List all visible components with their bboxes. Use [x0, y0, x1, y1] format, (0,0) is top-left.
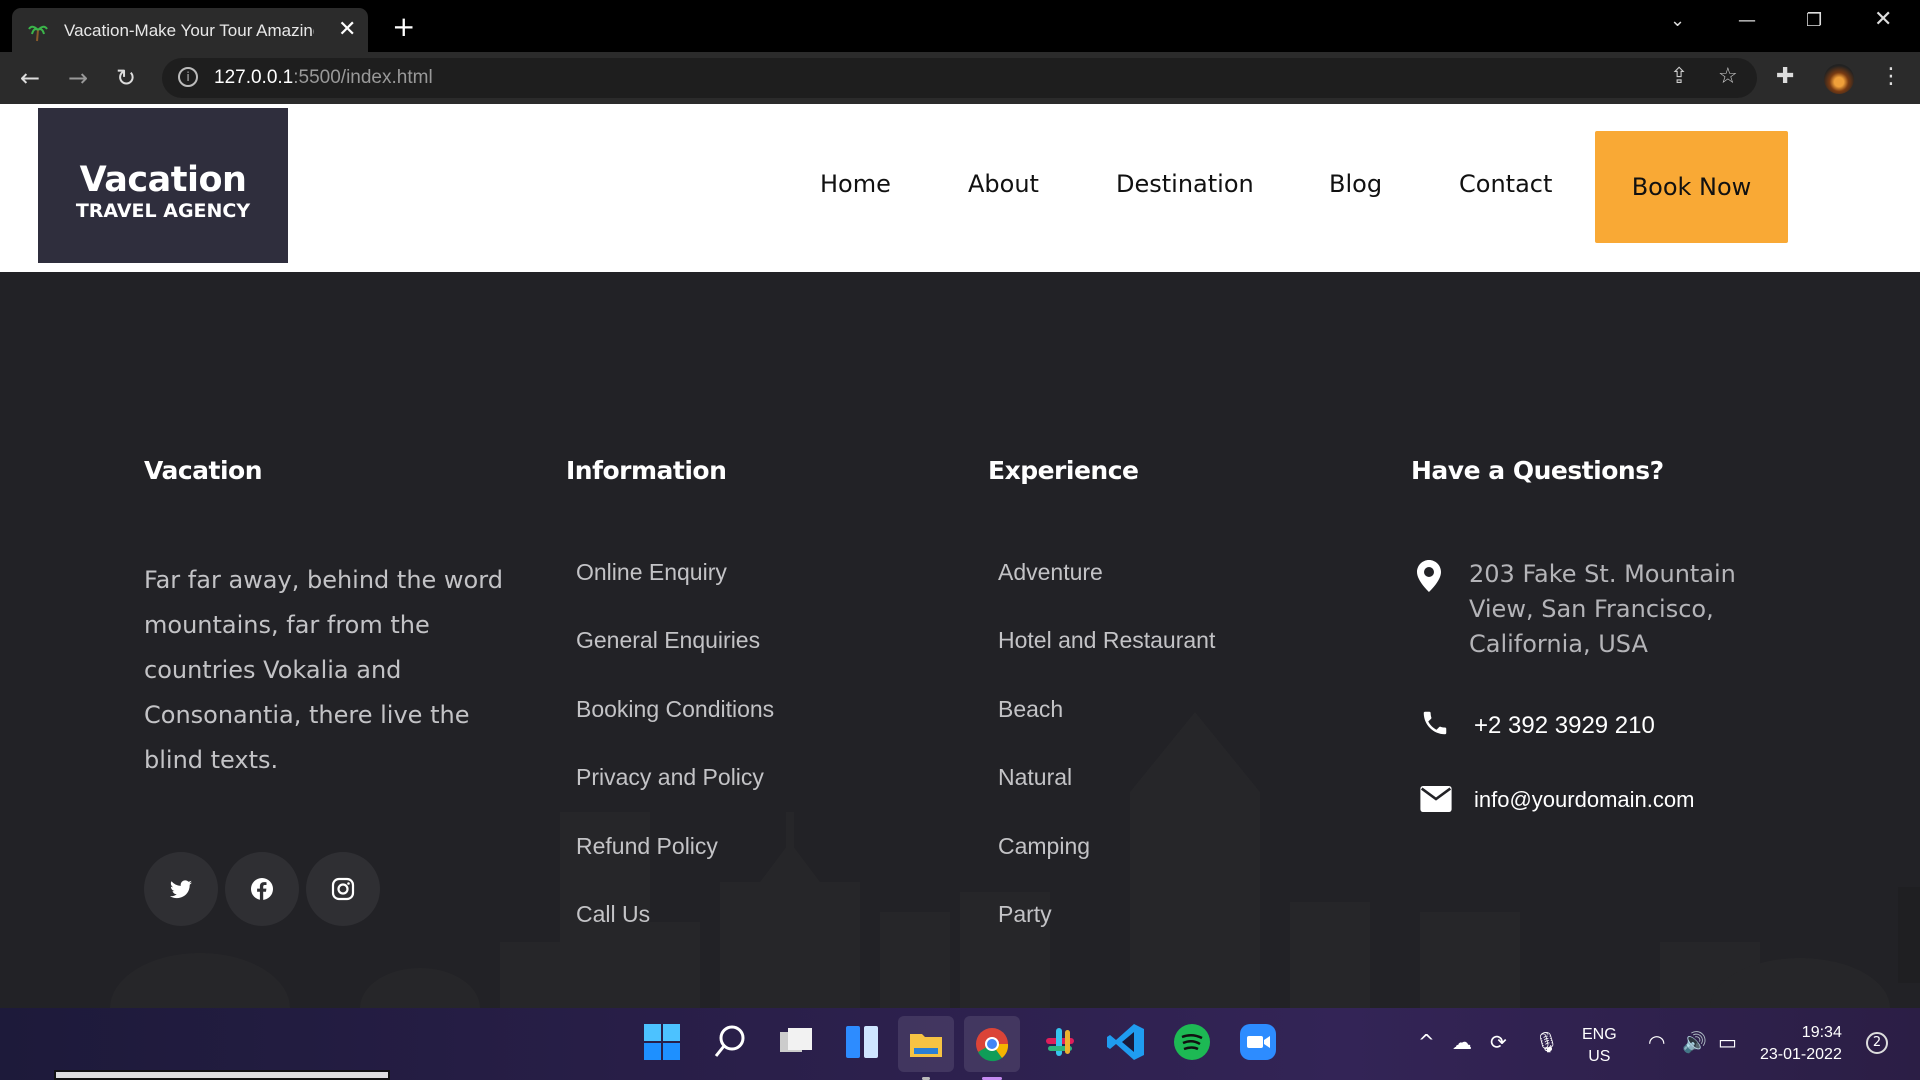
footer-link-refund-policy[interactable]: Refund Policy	[576, 833, 718, 860]
forward-button[interactable]: →	[68, 64, 88, 92]
profile-avatar[interactable]	[1824, 64, 1854, 94]
facebook-icon	[251, 878, 273, 900]
extensions-icon[interactable]: ✚	[1776, 64, 1794, 89]
nav-contact[interactable]: Contact	[1459, 170, 1552, 198]
footer-title-questions: Have a Questions?	[1411, 456, 1664, 485]
window-preview-thumbnail[interactable]	[54, 1070, 390, 1080]
file-explorer-button[interactable]	[898, 1016, 954, 1080]
nav-blog[interactable]: Blog	[1329, 170, 1382, 198]
logo-subtitle: TRAVEL AGENCY	[75, 200, 251, 222]
restore-button[interactable]: ❐	[1806, 10, 1822, 31]
footer-title-information: Information	[566, 456, 727, 485]
info-icon[interactable]: i	[178, 67, 198, 87]
new-tab-button[interactable]: +	[392, 10, 415, 43]
tab-title: Vacation-Make Your Tour Amazing	[64, 21, 314, 40]
wifi-icon[interactable]: ◠	[1648, 1030, 1665, 1054]
close-window-button[interactable]: ✕	[1874, 7, 1892, 32]
tab-search-icon[interactable]: ⌄	[1670, 10, 1685, 31]
reload-button[interactable]: ↻	[116, 64, 136, 92]
lang-region: US	[1588, 1048, 1611, 1065]
star-icon[interactable]: ☆	[1718, 64, 1738, 89]
facebook-button[interactable]	[225, 852, 299, 926]
zoom-icon[interactable]	[1236, 1020, 1280, 1064]
browser-toolbar: ← → ↻ i 127.0.0.1:5500/index.html ⇪ ☆ ✚ …	[0, 52, 1920, 104]
address-bar[interactable]: i 127.0.0.1:5500/index.html ⇪ ☆	[162, 58, 1757, 98]
nav-about[interactable]: About	[968, 170, 1039, 198]
footer-link-beach[interactable]: Beach	[998, 696, 1063, 723]
minimize-button[interactable]: —	[1738, 10, 1756, 31]
twitter-icon	[170, 880, 192, 899]
widgets-icon[interactable]	[840, 1020, 884, 1064]
phone-link[interactable]: +2 392 3929 210	[1474, 712, 1655, 740]
sync-icon[interactable]: ⟳	[1490, 1030, 1507, 1054]
close-tab-icon[interactable]: ✕	[338, 17, 356, 42]
footer-title-vacation: Vacation	[144, 456, 263, 485]
site-footer: Vacation Far far away, behind the word m…	[0, 272, 1920, 1008]
footer-link-booking-conditions[interactable]: Booking Conditions	[576, 696, 774, 723]
footer-title-experience: Experience	[988, 456, 1139, 485]
notification-badge[interactable]: 2	[1866, 1032, 1888, 1054]
battery-icon[interactable]: ▭	[1718, 1030, 1737, 1054]
footer-link-party[interactable]: Party	[998, 901, 1052, 928]
search-icon[interactable]	[708, 1020, 752, 1064]
palm-tree-icon	[28, 25, 48, 42]
phone-icon	[1423, 711, 1447, 735]
language-indicator[interactable]: ENG US	[1582, 1024, 1617, 1068]
footer-link-privacy-policy[interactable]: Privacy and Policy	[576, 764, 764, 791]
site-logo[interactable]: Vacation TRAVEL AGENCY	[38, 108, 288, 263]
chrome-button[interactable]	[964, 1016, 1020, 1080]
footer-link-hotel-restaurant[interactable]: Hotel and Restaurant	[998, 627, 1215, 654]
email-link[interactable]: info@yourdomain.com	[1474, 787, 1694, 813]
volume-icon[interactable]: 🔊	[1682, 1030, 1707, 1054]
slack-icon[interactable]	[1038, 1020, 1082, 1064]
footer-link-call-us[interactable]: Call Us	[576, 901, 650, 928]
instagram-icon	[331, 877, 355, 901]
twitter-button[interactable]	[144, 852, 218, 926]
browser-tab[interactable]: Vacation-Make Your Tour Amazing ✕	[12, 8, 368, 52]
logo-name: Vacation	[79, 160, 247, 200]
back-button[interactable]: ←	[20, 64, 40, 92]
nav-destination[interactable]: Destination	[1116, 170, 1254, 198]
vscode-icon[interactable]	[1104, 1020, 1148, 1064]
share-icon[interactable]: ⇪	[1670, 64, 1688, 89]
clock[interactable]: 19:34 23-01-2022	[1760, 1022, 1842, 1066]
nav-home[interactable]: Home	[820, 170, 891, 198]
instagram-button[interactable]	[306, 852, 380, 926]
footer-link-adventure[interactable]: Adventure	[998, 559, 1103, 586]
chrome-icon	[976, 1028, 1009, 1062]
microphone-icon[interactable]: 🎙	[1534, 1030, 1559, 1054]
address-text: 203 Fake St. Mountain View, San Francisc…	[1469, 560, 1736, 658]
onedrive-icon[interactable]: ☁	[1452, 1030, 1472, 1054]
menu-icon[interactable]: ⋮	[1880, 64, 1902, 89]
folder-icon	[910, 1034, 942, 1057]
lang-code: ENG	[1582, 1026, 1617, 1043]
clock-date: 23-01-2022	[1760, 1046, 1842, 1063]
chevron-up-icon[interactable]: ^	[1418, 1030, 1435, 1054]
footer-link-general-enquiries[interactable]: General Enquiries	[576, 627, 760, 654]
about-text: Far far away, behind the word mountains,…	[144, 566, 503, 774]
site-header: Vacation TRAVEL AGENCY Home About Destin…	[0, 104, 1920, 272]
book-now-button[interactable]: Book Now	[1595, 131, 1788, 243]
spotify-icon[interactable]	[1170, 1020, 1214, 1064]
windows-start-icon[interactable]	[640, 1020, 684, 1064]
footer-link-camping[interactable]: Camping	[998, 833, 1090, 860]
task-view-icon[interactable]	[774, 1020, 818, 1064]
browser-tab-bar: Vacation-Make Your Tour Amazing ✕ + ⌄ — …	[0, 0, 1920, 52]
clock-time: 19:34	[1801, 1024, 1842, 1041]
footer-link-online-enquiry[interactable]: Online Enquiry	[576, 559, 727, 586]
envelope-icon	[1420, 786, 1452, 812]
url-text: 127.0.0.1:5500/index.html	[214, 67, 433, 88]
scrollbar-thumb[interactable]	[1898, 887, 1920, 983]
footer-link-natural[interactable]: Natural	[998, 764, 1072, 791]
location-pin-icon	[1417, 560, 1441, 592]
